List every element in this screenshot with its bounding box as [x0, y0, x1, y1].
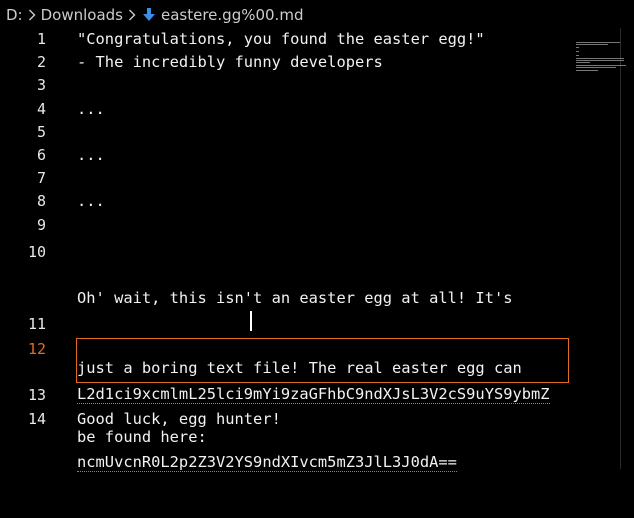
minimap-line [576, 55, 579, 56]
minimap-line [576, 44, 608, 45]
wrapped-row: Oh' wait, this isn't an easter egg at al… [77, 289, 513, 308]
minimap-line [576, 58, 624, 59]
minimap-line [576, 51, 579, 52]
line-number: 2 [36, 53, 46, 72]
line-number-active: 12 [27, 339, 46, 358]
code-line[interactable]: "Congratulations, you found the easter e… [77, 28, 485, 51]
line-number: 9 [36, 215, 46, 234]
code-line[interactable]: ... [77, 144, 105, 167]
line-number: 4 [36, 99, 46, 118]
breadcrumb-folder[interactable]: Downloads [41, 6, 123, 24]
code-line[interactable]: ... [77, 190, 105, 213]
minimap-line [576, 65, 626, 66]
text-cursor [250, 311, 252, 331]
minimap-line [576, 67, 616, 68]
minimap-scrollbar[interactable] [570, 28, 634, 469]
line-number: 8 [36, 192, 46, 211]
encoded-text: L2d1ci9xcmlmL25lci9mYi9zaGFhbC9ndXJsL3V2… [77, 385, 550, 404]
line-number: 6 [36, 146, 46, 164]
wrapped-row: L2d1ci9xcmlmL25lci9mYi9zaGFhbC9ndXJsL3V2… [77, 383, 550, 406]
code-line[interactable]: - The incredibly funny developers [77, 51, 383, 74]
code-line[interactable]: ... [77, 98, 105, 121]
line-number: 13 [27, 386, 46, 404]
breadcrumb: D: Downloads eastere.gg%00.md [0, 0, 634, 30]
line-number: 5 [36, 122, 46, 141]
line-number: 14 [27, 409, 46, 428]
minimap[interactable] [576, 42, 631, 72]
line-number: 11 [27, 314, 46, 333]
line-number: 1 [36, 30, 46, 48]
minimap-line [576, 62, 590, 63]
minimap-line [576, 70, 598, 71]
editor[interactable]: 1 2 3 4 5 6 7 8 9 10 11 12 13 14 "Congra… [0, 28, 570, 472]
markdown-icon [143, 7, 155, 23]
breadcrumb-drive[interactable]: D: [6, 6, 23, 24]
overview-ruler [620, 28, 621, 469]
code-line[interactable]: Good luck, egg hunter! [77, 408, 281, 431]
line-number: 10 [27, 242, 46, 261]
minimap-line [576, 60, 624, 61]
line-number: 3 [36, 76, 46, 95]
minimap-line [576, 47, 579, 48]
chevron-right-icon [128, 9, 136, 21]
wrapped-row: ncmUvcnR0L2p2Z3V2YS9ndXIvcm5mZ3JlL3J0dA=… [77, 451, 550, 474]
chevron-right-icon [28, 9, 36, 21]
minimap-line [576, 42, 620, 43]
breadcrumb-file[interactable]: eastere.gg%00.md [161, 6, 303, 24]
line-number: 7 [36, 169, 46, 188]
